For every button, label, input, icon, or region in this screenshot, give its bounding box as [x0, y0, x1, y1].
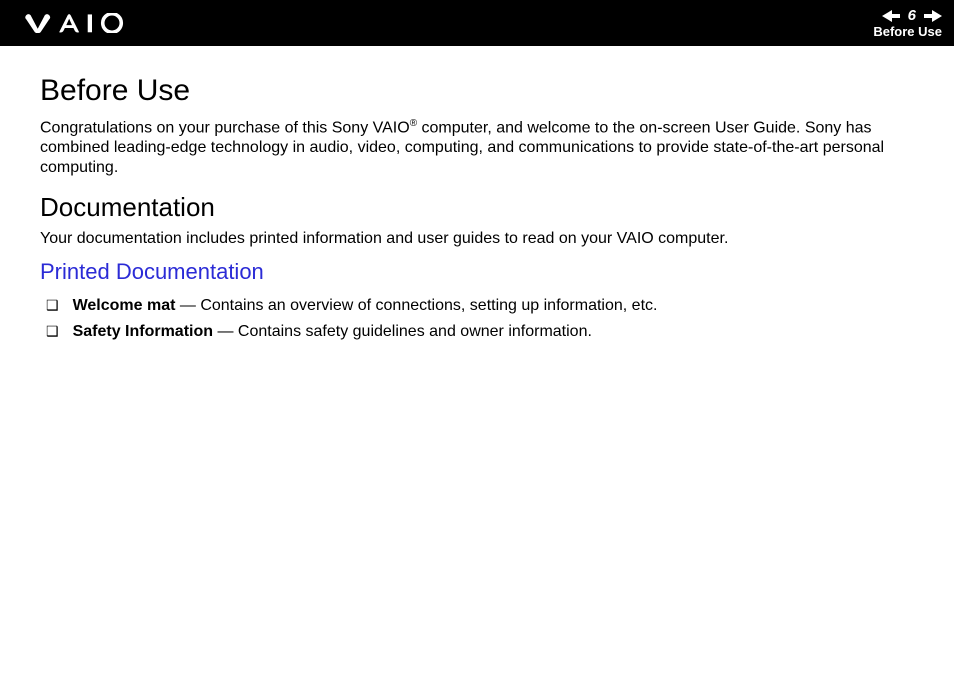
item-title: Safety Information	[73, 323, 213, 340]
documentation-heading: Documentation	[40, 192, 914, 223]
intro-paragraph: Congratulations on your purchase of this…	[40, 118, 914, 178]
printed-doc-list: ❑ Welcome mat — Contains an overview of …	[40, 293, 914, 344]
documentation-paragraph: Your documentation includes printed info…	[40, 229, 914, 249]
vaio-logo	[22, 13, 142, 33]
page-title: Before Use	[40, 74, 914, 108]
bullet-icon: ❑	[46, 319, 59, 344]
intro-text-pre: Congratulations on your purchase of this…	[40, 119, 410, 136]
prev-page-button[interactable]	[882, 10, 900, 22]
item-desc: — Contains safety guidelines and owner i…	[213, 323, 592, 340]
printed-documentation-heading: Printed Documentation	[40, 259, 914, 285]
list-item: ❑ Welcome mat — Contains an overview of …	[46, 293, 914, 319]
page-number: 6	[906, 8, 918, 23]
page-nav: 6 Before Use	[873, 8, 942, 38]
section-label: Before Use	[873, 25, 942, 38]
list-item: ❑ Safety Information — Contains safety g…	[46, 319, 914, 345]
item-title: Welcome mat	[73, 297, 176, 314]
bullet-icon: ❑	[46, 293, 59, 318]
page-content: Before Use Congratulations on your purch…	[0, 46, 954, 345]
registered-mark: ®	[410, 118, 417, 129]
page-header: 6 Before Use	[0, 0, 954, 46]
item-desc: — Contains an overview of connections, s…	[175, 297, 657, 314]
next-page-button[interactable]	[924, 10, 942, 22]
